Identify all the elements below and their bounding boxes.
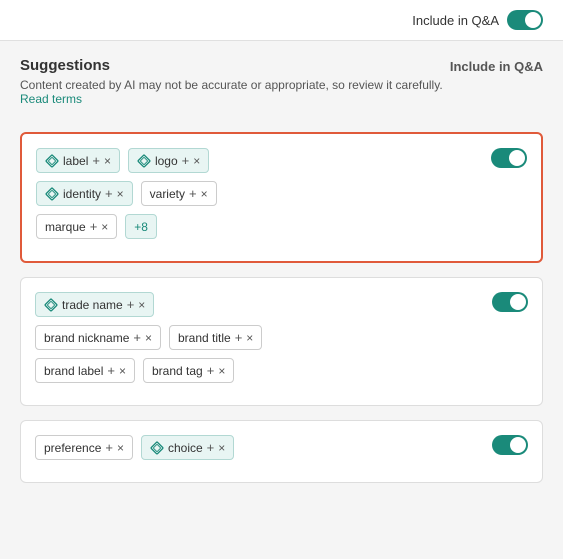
tag-choice-label: choice: [168, 441, 203, 455]
tag-trade-name: trade name +×: [35, 292, 154, 317]
card-2-toggle[interactable]: [492, 292, 528, 315]
tag-marque-label: marque: [45, 220, 86, 234]
card-2-row-2: brand nickname+×brand title+×: [35, 325, 528, 350]
cards-container: label+× logo+× identity+×variety+×marque…: [20, 132, 543, 483]
card-2-row-3: brand label+×brand tag+×: [35, 358, 528, 383]
tag-brand-title: brand title +×: [169, 325, 262, 350]
card-1-row-2: identity + × variety + ×: [36, 181, 527, 206]
tag-brand-label-label: brand label: [44, 364, 103, 378]
tag-brand-label-plus[interactable]: +: [107, 363, 115, 378]
card-1-more-badge[interactable]: +8: [125, 214, 157, 239]
tag-brand-nickname-plus[interactable]: +: [133, 330, 141, 345]
card-2: trade name+×brand nickname+×brand title+…: [20, 277, 543, 406]
card-1-toggle-switch[interactable]: [491, 148, 527, 168]
tag-logo: logo +×: [128, 148, 209, 173]
tag-trade-name-label: trade name: [62, 298, 123, 312]
suggestions-title: Suggestions: [20, 57, 450, 74]
tag-logo-label: logo: [155, 154, 178, 168]
qna-column-label: Include in Q&A: [450, 57, 543, 74]
tag-preference-label: preference: [44, 441, 101, 455]
card-3-toggle-switch[interactable]: [492, 435, 528, 455]
tag-choice-plus[interactable]: +: [207, 440, 215, 455]
topbar-toggle[interactable]: [507, 10, 543, 30]
tag-brand-title-remove[interactable]: ×: [246, 331, 253, 345]
tag-brand-title-plus[interactable]: +: [235, 330, 243, 345]
tag-preference-remove[interactable]: ×: [117, 441, 124, 455]
tag-choice: choice +×: [141, 435, 234, 460]
tag-trade-name-remove[interactable]: ×: [138, 298, 145, 312]
tag-logo-plus[interactable]: +: [182, 153, 190, 168]
card-3: preference+× choice+×: [20, 420, 543, 483]
tag-brand-tag: brand tag +×: [143, 358, 234, 383]
card-3-toggle[interactable]: [492, 435, 528, 458]
tag-variety-remove[interactable]: ×: [201, 187, 208, 201]
card-1: label+× logo+× identity+×variety+×marque…: [20, 132, 543, 263]
diamond-icon: [44, 298, 58, 312]
tag-logo-remove[interactable]: ×: [193, 154, 200, 168]
tag-variety-label: variety: [150, 187, 185, 201]
tag-marque-plus[interactable]: +: [90, 219, 98, 234]
tag-marque-remove[interactable]: ×: [101, 220, 108, 234]
tag-brand-tag-plus[interactable]: +: [207, 363, 215, 378]
tag-choice-remove[interactable]: ×: [218, 441, 225, 455]
read-terms-link[interactable]: Read terms: [20, 92, 82, 106]
tag-identity-plus[interactable]: +: [105, 186, 113, 201]
card-2-row-1: trade name +×: [35, 292, 528, 317]
suggestions-desc: Content created by AI may not be accurat…: [20, 78, 450, 106]
diamond-icon: [150, 441, 164, 455]
tag-identity: identity + ×: [36, 181, 133, 206]
top-bar: Include in Q&A: [0, 0, 563, 41]
tag-brand-label: brand label + ×: [35, 358, 135, 383]
suggestions-desc-text: Content created by AI may not be accurat…: [20, 78, 443, 92]
tag-label-plus[interactable]: +: [92, 153, 100, 168]
diamond-icon: [45, 154, 59, 168]
tag-preference: preference + ×: [35, 435, 133, 460]
card-1-row-3: marque +× +8: [36, 214, 527, 239]
suggestions-header: Suggestions Content created by AI may no…: [20, 57, 450, 106]
tag-preference-plus[interactable]: +: [105, 440, 113, 455]
tag-label-label: label: [63, 154, 88, 168]
tag-label: label + ×: [36, 148, 120, 173]
card-1-row-1: label+× logo+×: [36, 148, 527, 173]
tag-identity-remove[interactable]: ×: [117, 187, 124, 201]
tag-variety: variety + ×: [141, 181, 217, 206]
tag-variety-plus[interactable]: +: [189, 186, 197, 201]
tag-label-remove[interactable]: ×: [104, 154, 111, 168]
tag-brand-label-remove[interactable]: ×: [119, 364, 126, 378]
card-1-toggle[interactable]: [491, 148, 527, 171]
tag-brand-nickname-remove[interactable]: ×: [145, 331, 152, 345]
tag-brand-nickname: brand nickname + ×: [35, 325, 161, 350]
diamond-icon: [137, 154, 151, 168]
tag-brand-nickname-label: brand nickname: [44, 331, 129, 345]
tag-trade-name-plus[interactable]: +: [127, 297, 135, 312]
tag-brand-title-label: brand title: [178, 331, 231, 345]
tag-brand-tag-label: brand tag: [152, 364, 203, 378]
card-2-toggle-switch[interactable]: [492, 292, 528, 312]
diamond-icon: [45, 187, 59, 201]
tag-identity-label: identity: [63, 187, 101, 201]
card-3-row-1: preference+× choice+×: [35, 435, 528, 460]
topbar-toggle-label: Include in Q&A: [412, 13, 499, 28]
main-content: Suggestions Content created by AI may no…: [0, 41, 563, 513]
tag-brand-tag-remove[interactable]: ×: [218, 364, 225, 378]
tag-marque: marque +×: [36, 214, 117, 239]
